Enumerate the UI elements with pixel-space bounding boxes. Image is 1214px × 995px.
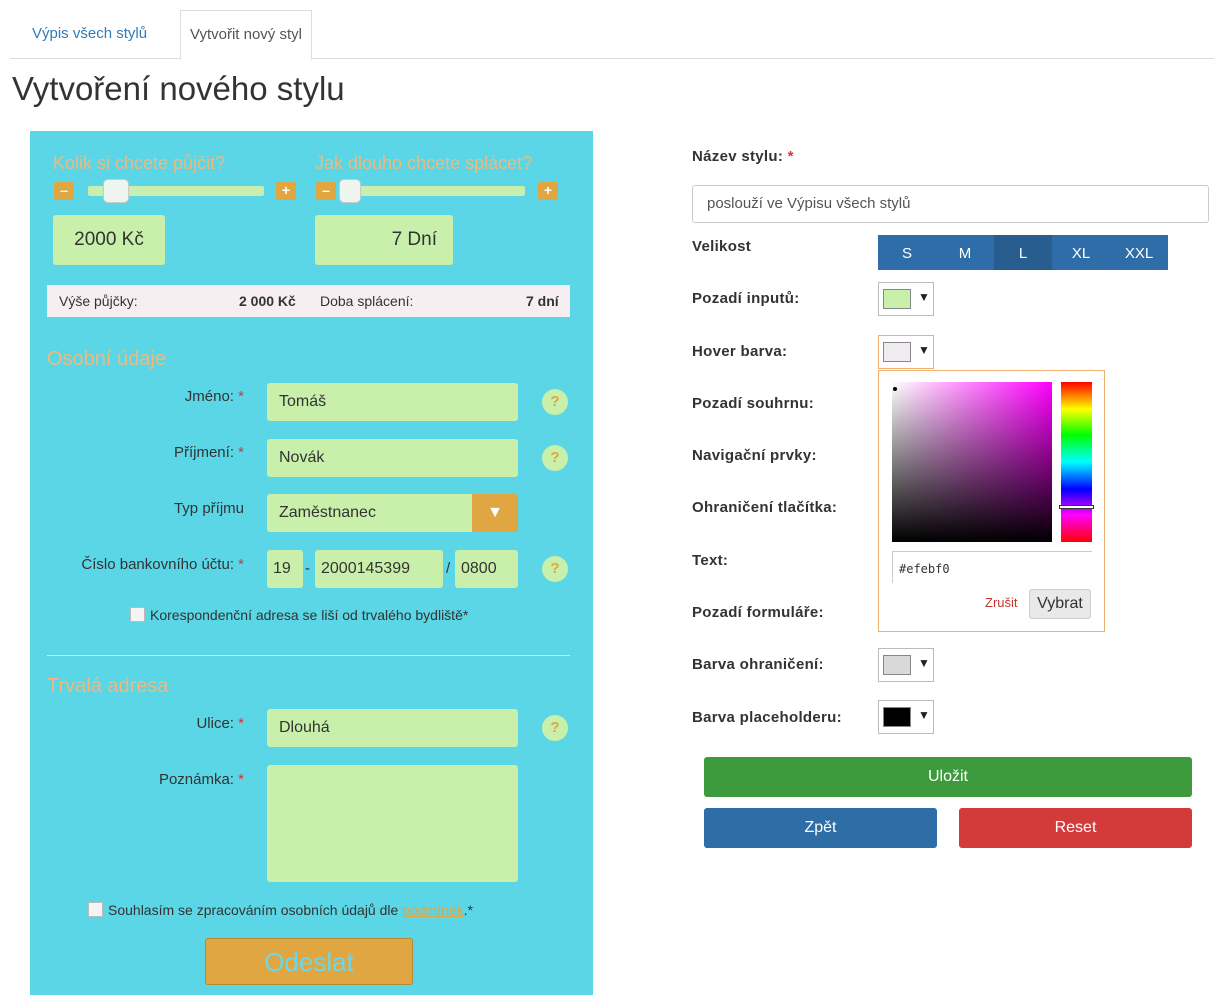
summary-bg-label: Pozadí souhrnu: — [692, 395, 814, 412]
style-name-label: Název stylu: * — [692, 148, 794, 165]
summary-term-label: Doba splácení: — [320, 293, 414, 309]
amount-plus-button[interactable]: + — [276, 182, 296, 200]
amount-value: 2000 Kč — [53, 215, 165, 265]
chevron-down-icon: ▼ — [918, 656, 930, 670]
page-title: Vytvoření nového stylu — [12, 70, 345, 107]
correspondence-checkbox-row[interactable]: Korespondenční adresa se liší od trvaléh… — [130, 607, 468, 623]
saturation-handle[interactable] — [893, 387, 897, 391]
note-label: Poznámka: * — [158, 771, 244, 788]
term-minus-button[interactable]: – — [316, 182, 336, 200]
border-color-button[interactable]: ▼ — [878, 648, 934, 682]
bank-code-input[interactable]: 0800 — [455, 550, 518, 588]
income-type-select[interactable]: Zaměstnanec — [267, 494, 472, 532]
placeholder-color-label: Barva placeholderu: — [692, 709, 842, 726]
size-m-button[interactable]: M — [936, 235, 994, 270]
street-input[interactable]: Dlouhá — [267, 709, 518, 747]
size-xl-button[interactable]: XL — [1052, 235, 1110, 270]
amount-minus-button[interactable]: – — [54, 182, 74, 200]
term-slider-track[interactable] — [340, 186, 525, 196]
color-picker-popup: #efebf0 Zrušit Vybrat — [878, 370, 1105, 632]
border-swatch — [883, 655, 911, 675]
account-label: Číslo bankovního účtu: * — [81, 556, 244, 573]
size-selector: S M L XL XXL — [878, 235, 1168, 270]
save-button[interactable]: Uložit — [704, 757, 1192, 797]
account-number-input[interactable]: 2000145399 — [315, 550, 443, 588]
chevron-down-icon: ▼ — [918, 343, 930, 357]
tab-style-list[interactable]: Výpis všech stylů — [14, 10, 165, 57]
term-slider-handle[interactable] — [339, 179, 361, 203]
reset-button[interactable]: Reset — [959, 808, 1192, 848]
street-label: Ulice: * — [196, 715, 244, 732]
tab-bar: Výpis všech stylů Vytvořit nový styl — [10, 10, 1214, 60]
input-bg-swatch — [883, 289, 911, 309]
input-bg-color-button[interactable]: ▼ — [878, 282, 934, 316]
size-s-button[interactable]: S — [878, 235, 936, 270]
placeholder-swatch — [883, 707, 911, 727]
submit-button[interactable]: Odeslat — [205, 938, 413, 985]
summary-term-value: 7 dní — [526, 293, 559, 309]
hue-handle[interactable] — [1059, 505, 1094, 509]
size-label: Velikost — [692, 238, 752, 255]
hover-swatch — [883, 342, 911, 362]
note-textarea[interactable] — [267, 765, 518, 882]
amount-slider-handle[interactable] — [103, 179, 129, 203]
text-color-label: Text: — [692, 552, 729, 569]
placeholder-color-button[interactable]: ▼ — [878, 700, 934, 734]
first-name-label: Jméno: * — [184, 388, 244, 405]
chevron-down-icon: ▼ — [918, 708, 930, 722]
hover-color-label: Hover barva: — [692, 343, 788, 360]
income-type-dropdown-icon[interactable]: ▼ — [472, 494, 518, 532]
consent-suffix: .* — [463, 902, 473, 918]
form-bg-label: Pozadí formuláře: — [692, 604, 824, 621]
border-color-label: Barva ohraničení: — [692, 656, 824, 673]
tab-new-style[interactable]: Vytvořit nový styl — [180, 10, 312, 60]
consent-checkbox-row[interactable]: Souhlasím se zpracováním osobních údajů … — [88, 902, 473, 918]
account-prefix-input[interactable]: 19 — [267, 550, 303, 588]
term-plus-button[interactable]: + — [538, 182, 558, 200]
personal-section-title: Osobní údaje — [47, 348, 166, 370]
correspondence-checkbox[interactable] — [130, 607, 145, 622]
account-slash: / — [446, 560, 451, 577]
first-name-help-icon[interactable]: ? — [542, 389, 568, 415]
summary-amount-value: 2 000 Kč — [239, 293, 296, 309]
street-help-icon[interactable]: ? — [542, 715, 568, 741]
chevron-down-icon: ▼ — [918, 290, 930, 304]
consent-checkbox[interactable] — [88, 902, 103, 917]
hex-input[interactable]: #efebf0 — [892, 551, 1092, 583]
size-l-button[interactable]: L — [994, 235, 1052, 270]
hover-color-button[interactable]: ▼ — [878, 335, 934, 369]
last-name-label: Příjmení: * — [173, 444, 244, 461]
last-name-help-icon[interactable]: ? — [542, 445, 568, 471]
button-border-label: Ohraničení tlačítka: — [692, 499, 838, 516]
loan-amount-question: Kolik si chcete půjčit? — [53, 153, 226, 173]
correspondence-label: Korespondenční adresa se liší od trvaléh… — [150, 607, 469, 623]
loan-summary: Výše půjčky: 2 000 Kč Doba splácení: 7 d… — [47, 285, 570, 317]
back-button[interactable]: Zpět — [704, 808, 937, 848]
size-xxl-button[interactable]: XXL — [1110, 235, 1168, 270]
picker-choose-button[interactable]: Vybrat — [1029, 589, 1091, 619]
consent-link[interactable]: podmínek — [402, 902, 463, 918]
income-type-label: Typ příjmu — [173, 500, 244, 517]
input-bg-label: Pozadí inputů: — [692, 290, 800, 307]
picker-cancel-link[interactable]: Zrušit — [985, 595, 1018, 610]
last-name-input[interactable]: Novák — [267, 439, 518, 477]
account-help-icon[interactable]: ? — [542, 556, 568, 582]
address-section-title: Trvalá adresa — [47, 675, 169, 697]
nav-elements-label: Navigační prvky: — [692, 447, 817, 464]
hue-slider[interactable] — [1061, 382, 1092, 542]
section-divider — [47, 655, 570, 656]
term-value: 7 Dní — [315, 215, 453, 265]
account-dash: - — [305, 560, 310, 577]
style-name-input[interactable]: poslouží ve Výpisu všech stylů — [692, 185, 1209, 223]
summary-amount-label: Výše půjčky: — [59, 293, 138, 309]
consent-text: Souhlasím se zpracováním osobních údajů … — [108, 902, 399, 918]
first-name-input[interactable]: Tomáš — [267, 383, 518, 421]
saturation-area[interactable] — [892, 382, 1052, 542]
loan-term-question: Jak dlouho chcete splácet? — [315, 153, 533, 173]
